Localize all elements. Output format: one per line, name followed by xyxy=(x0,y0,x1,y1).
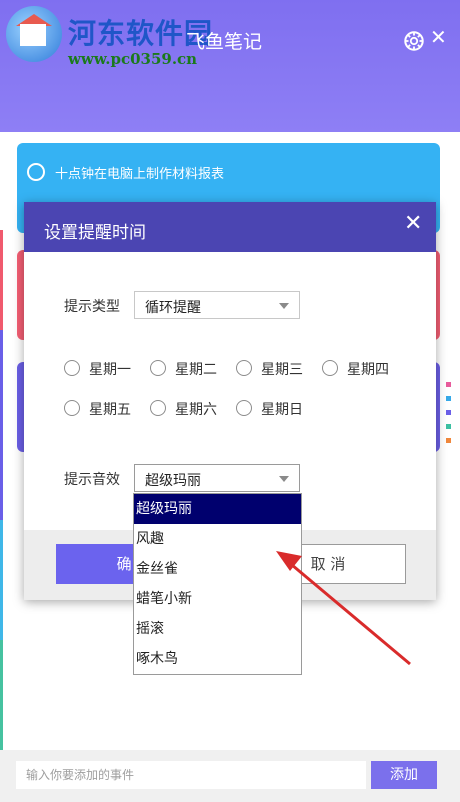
event-input[interactable] xyxy=(16,761,366,789)
add-button[interactable]: 添加 xyxy=(371,761,437,789)
annotation-arrow xyxy=(276,551,411,666)
